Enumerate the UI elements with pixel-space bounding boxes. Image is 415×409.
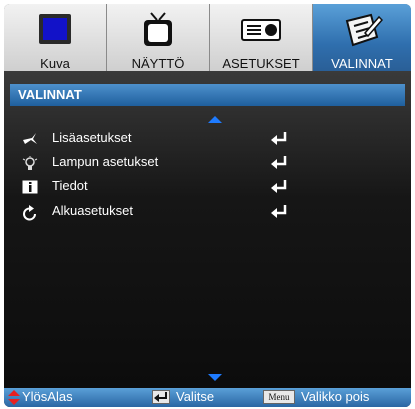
menu-item-lampun-asetukset[interactable]: Lampun asetukset <box>18 153 298 173</box>
footer-nav-label: YlösAlas <box>22 389 73 404</box>
options-panel: VALINNAT Lisäasetukset Lampun asetukset … <box>4 71 411 389</box>
tab-label: NÄYTTÖ <box>131 56 185 71</box>
menu-key-icon: Menu <box>263 390 295 404</box>
footer-exit-label: Valikko pois <box>301 389 370 404</box>
tab-naytto[interactable]: NÄYTTÖ <box>107 4 210 71</box>
section-title: VALINNAT <box>18 87 82 102</box>
tab-valinnat[interactable]: VALINNAT <box>313 4 411 71</box>
menu-item-label: Lisäasetukset <box>52 130 132 145</box>
osd-menu: Kuva NÄYTTÖ ASETUKSET VALINNAT VALINNAT … <box>4 4 411 407</box>
footer-bar: YlösAlas Valitse Menu Valikko pois <box>4 388 411 407</box>
reset-icon <box>22 205 38 221</box>
tab-label: VALINNAT <box>331 56 393 71</box>
enter-key-icon <box>152 390 170 404</box>
menu-item-tiedot[interactable]: Tiedot <box>18 177 298 197</box>
projector-icon <box>239 11 283 54</box>
enter-icon <box>270 155 288 169</box>
enter-icon <box>270 179 288 193</box>
tv-icon <box>139 11 177 54</box>
up-down-icon <box>8 390 20 407</box>
menu-item-label: Lampun asetukset <box>52 154 159 169</box>
tab-label: Kuva <box>40 56 70 71</box>
enter-icon <box>270 131 288 145</box>
tab-kuva[interactable]: Kuva <box>4 4 107 71</box>
scroll-up-icon[interactable] <box>208 116 222 123</box>
menu-item-alkuasetukset[interactable]: Alkuasetukset <box>18 202 298 222</box>
section-header: VALINNAT <box>10 84 405 106</box>
info-icon <box>22 180 38 194</box>
footer-select-label: Valitse <box>176 389 215 404</box>
menu-item-label: Alkuasetukset <box>52 203 133 218</box>
lamp-icon <box>22 156 38 170</box>
tab-asetukset[interactable]: ASETUKSET <box>210 4 313 71</box>
document-edit-icon <box>341 11 384 54</box>
star-icon <box>22 132 38 146</box>
menu-item-label: Tiedot <box>52 178 88 193</box>
monitor-icon <box>36 11 74 54</box>
enter-icon <box>270 204 288 218</box>
tab-label: ASETUKSET <box>222 56 300 71</box>
tab-bar: Kuva NÄYTTÖ ASETUKSET VALINNAT <box>4 4 411 71</box>
menu-item-lisaasetukset[interactable]: Lisäasetukset <box>18 129 298 149</box>
scroll-down-icon[interactable] <box>208 374 222 381</box>
